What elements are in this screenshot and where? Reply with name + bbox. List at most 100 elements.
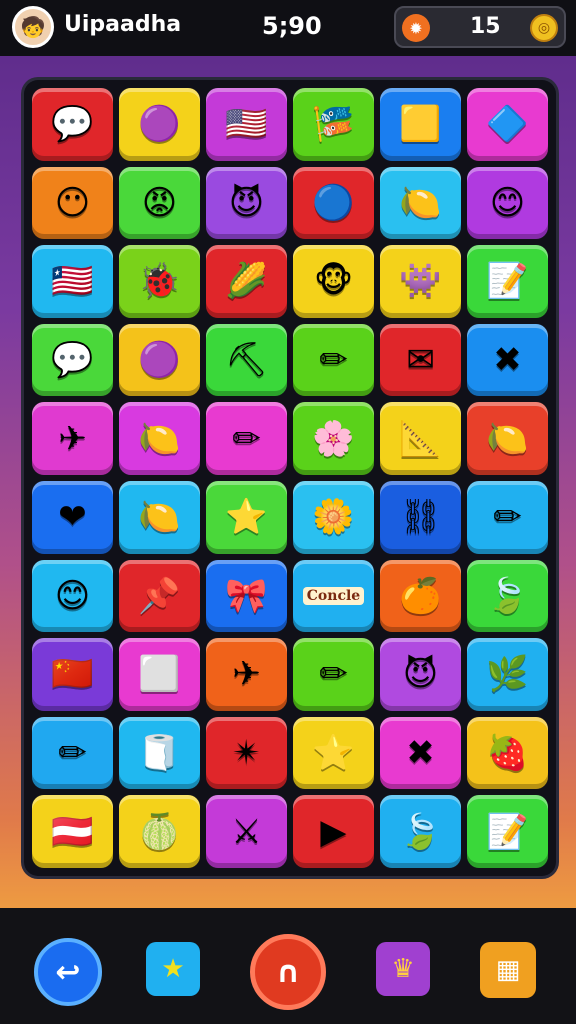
game-tile[interactable]: ✈ [32, 402, 113, 475]
tile-grid: 💬 🟣 🇺🇸 🎏 🟨 🔷 😶 😡 😈 🔵 🍋 😊 🇱🇷 🐞 🌽 🐵 👾 📝 💬 🟣 ⛏ ✏ ✉ ✖ ✈ 🍋 ✏ 🌸 📐 🍋 ❤ 🍋 ⭐ 🌼 ⛓ ✏ 😊 📌… [32, 88, 548, 868]
tile-icon: 😈 [228, 182, 265, 223]
game-tile[interactable]: 🐞 [119, 245, 200, 318]
game-tile[interactable]: 🔵 [293, 166, 374, 240]
menu-button[interactable]: ▦ [480, 942, 536, 998]
tile-icon: 🍃 [486, 575, 529, 616]
tile-icon: 🟣 [138, 104, 181, 145]
tile-icon: ⚔ [231, 811, 262, 852]
game-tile[interactable]: 🍃 [380, 795, 461, 868]
back-button[interactable]: ↩ [34, 938, 102, 1006]
tile-icon: ✈ [232, 654, 261, 695]
tile-icon: ✈ [58, 418, 87, 459]
game-tile[interactable]: ⛓ [380, 480, 461, 554]
tile-icon: 😈 [402, 654, 439, 695]
tile-icon: 🍋 [399, 182, 442, 223]
game-tile[interactable]: 🎀 [206, 559, 287, 633]
game-tile[interactable]: 🇱🇷 [32, 245, 113, 318]
game-tile[interactable]: ✏ [293, 638, 374, 711]
game-tile[interactable]: 😊 [32, 559, 113, 633]
game-tile[interactable]: 📌 [119, 559, 200, 633]
game-tile[interactable]: ✏ [467, 480, 548, 554]
game-tile[interactable]: 😶 [32, 166, 113, 240]
game-tile[interactable]: ⚔ [206, 795, 287, 868]
tile-icon: 🍃 [399, 811, 442, 852]
game-tile[interactable]: 🟣 [119, 88, 200, 161]
game-tile[interactable]: 📝 [467, 795, 548, 868]
game-board: 💬 🟣 🇺🇸 🎏 🟨 🔷 😶 😡 😈 🔵 🍋 😊 🇱🇷 🐞 🌽 🐵 👾 📝 💬 🟣 ⛏ ✏ ✉ ✖ ✈ 🍋 ✏ 🌸 📐 🍋 ❤ 🍋 ⭐ 🌼 ⛓ ✏ 😊 📌… [24, 80, 556, 876]
game-tile[interactable]: 🌽 [206, 245, 287, 318]
tile-icon: ✏ [493, 497, 522, 538]
game-tile[interactable]: 🍊 [380, 559, 461, 633]
coin-counter[interactable]: ✹ 15 ◎ [394, 6, 566, 48]
tile-icon: ⛓ [398, 497, 443, 538]
game-tile[interactable]: ▶ [293, 795, 374, 868]
game-tile[interactable]: 📐 [380, 402, 461, 475]
game-tile[interactable]: ✖ [380, 716, 461, 790]
timer: 5;90 [262, 12, 322, 40]
game-tile[interactable]: 🌸 [293, 402, 374, 475]
magnet-button[interactable]: ∩ [250, 934, 326, 1010]
tile-icon: ✏ [232, 418, 261, 459]
game-tile[interactable]: 😈 [206, 166, 287, 240]
game-tile[interactable]: ✏ [32, 716, 113, 790]
game-tile[interactable]: 😡 [119, 166, 200, 240]
game-tile[interactable]: 🍃 [467, 559, 548, 633]
game-tile[interactable]: ✈ [206, 638, 287, 711]
game-tile[interactable]: 🍓 [467, 716, 548, 790]
tile-icon: 🍓 [486, 733, 529, 774]
game-tile[interactable]: ✉ [380, 323, 461, 397]
game-tile[interactable]: 🍋 [119, 480, 200, 554]
coin-count: 15 [470, 14, 501, 39]
magnet-icon: ∩ [275, 954, 301, 990]
tile-icon: 🎀 [225, 575, 268, 616]
back-arrow-icon: ↩ [55, 954, 81, 990]
tile-icon: 🇺🇸 [225, 104, 268, 145]
game-tile[interactable]: 🟣 [119, 323, 200, 397]
game-tile[interactable]: 🐵 [293, 245, 374, 318]
game-tile[interactable]: 🧻 [119, 716, 200, 790]
game-tile[interactable]: 🇦🇹 [32, 795, 113, 868]
crown-button[interactable]: ♛ [376, 942, 430, 996]
tile-icon: ✖ [406, 733, 435, 774]
game-tile[interactable]: ✏ [206, 402, 287, 475]
tile-icon: 🔷 [486, 104, 529, 145]
game-tile[interactable]: 📝 [467, 245, 548, 318]
game-tile[interactable]: 💬 [32, 88, 113, 161]
game-tile[interactable]: 🍋 [467, 402, 548, 475]
avatar[interactable]: 🧒 [12, 6, 54, 48]
game-tile[interactable]: ⬜ [119, 638, 200, 711]
tile-icon: 😡 [141, 182, 178, 223]
tile-icon: ✖ [493, 340, 522, 381]
game-tile[interactable]: ⛏ [206, 323, 287, 397]
game-tile[interactable]: 💬 [32, 323, 113, 397]
game-tile[interactable]: 🇨🇳 [32, 638, 113, 711]
game-tile[interactable]: 👾 [380, 245, 461, 318]
hint-button[interactable]: ★ [146, 942, 200, 996]
game-tile[interactable]: 🍋 [380, 166, 461, 240]
tile-icon: ⬜ [138, 654, 181, 695]
game-tile[interactable]: ✖ [467, 323, 548, 397]
game-tile[interactable]: ✏ [293, 323, 374, 397]
game-tile[interactable]: 😈 [380, 638, 461, 711]
game-tile[interactable]: ✴ [206, 716, 287, 790]
tile-icon: 🟨 [399, 104, 442, 145]
game-tile[interactable]: ⭐ [206, 480, 287, 554]
game-tile[interactable]: 🔷 [467, 88, 548, 161]
tile-icon: ❤ [58, 497, 87, 538]
game-tile[interactable]: 🟨 [380, 88, 461, 161]
tile-icon: 💬 [51, 104, 94, 145]
tile-icon: ⛏ [224, 340, 269, 381]
game-tile[interactable]: Concle [293, 559, 374, 633]
game-tile[interactable]: 🌼 [293, 480, 374, 554]
game-tile[interactable]: 🍈 [119, 795, 200, 868]
game-title: Uipaadha [64, 12, 182, 37]
game-tile[interactable]: 🎏 [293, 88, 374, 161]
game-tile[interactable]: 😊 [467, 166, 548, 240]
game-tile[interactable]: 🍋 [119, 402, 200, 475]
tile-icon: 🔵 [312, 182, 355, 223]
game-tile[interactable]: 🌿 [467, 638, 548, 711]
game-tile[interactable]: 🇺🇸 [206, 88, 287, 161]
coin-icon[interactable]: ◎ [530, 14, 558, 42]
game-tile[interactable]: ❤ [32, 480, 113, 554]
game-tile[interactable]: ⭐ [293, 716, 374, 790]
